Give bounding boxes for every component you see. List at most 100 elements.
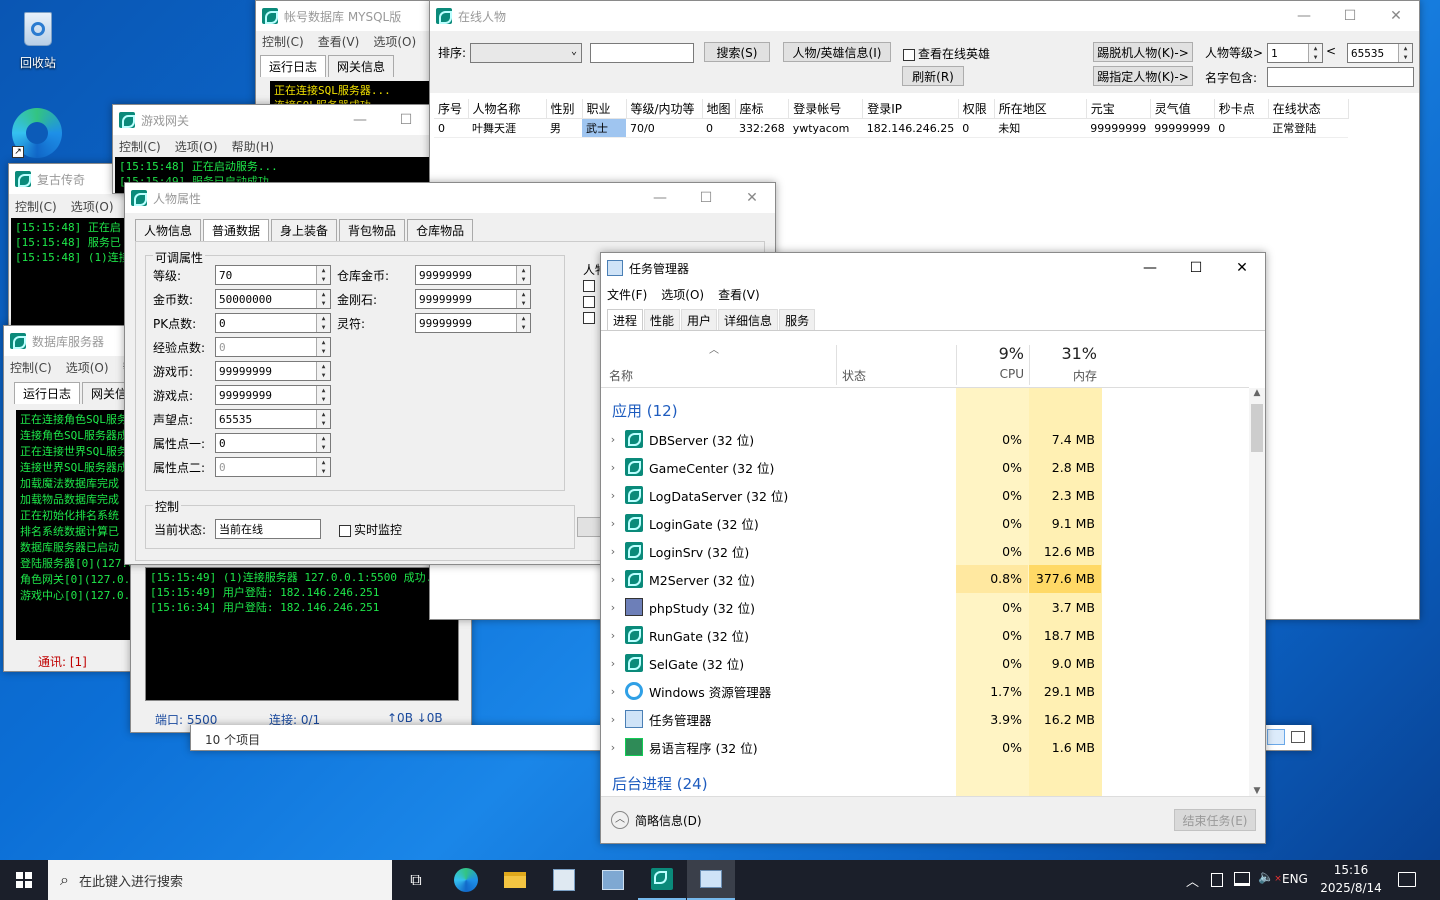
start-button[interactable] xyxy=(0,860,48,900)
tm-tab-4[interactable]: 服务 xyxy=(779,309,816,330)
expand-chevron-icon[interactable]: › xyxy=(601,517,625,530)
field-input[interactable]: 0 ▲ ▼ xyxy=(215,337,331,357)
menu-options[interactable]: 选项(O) xyxy=(661,286,704,303)
spinner-icon[interactable]: ▲ ▼ xyxy=(316,386,330,404)
column-header[interactable]: 权限 xyxy=(958,99,995,119)
edge-desktop-icon[interactable]: ↗ xyxy=(12,108,62,158)
task-manager-taskbar-icon[interactable] xyxy=(687,860,735,900)
column-header[interactable]: 性别 xyxy=(546,99,583,119)
network-icon[interactable] xyxy=(1234,872,1250,886)
scroll-thumb[interactable] xyxy=(1251,404,1263,452)
volume-muted-icon[interactable]: 🔈× xyxy=(1258,870,1282,885)
process-row[interactable]: › LoginSrv (32 位) 0% 12.6 MB xyxy=(601,537,1261,565)
maximize-button[interactable]: ☐ xyxy=(1327,1,1373,31)
app-taskbar-icon-2[interactable] xyxy=(589,860,637,900)
process-row[interactable]: › GameCenter (32 位) 0% 2.8 MB xyxy=(601,453,1261,481)
expand-chevron-icon[interactable]: › xyxy=(601,461,625,474)
spinner-icon[interactable]: ▲ ▼ xyxy=(316,410,330,428)
search-button[interactable]: 搜索(S) xyxy=(704,42,770,62)
player-info-button[interactable]: 人物/英雄信息(I) xyxy=(783,42,891,62)
fewer-details-button[interactable]: ︿ 简略信息(D) xyxy=(611,811,702,829)
tab-attr-3[interactable]: 背包物品 xyxy=(339,219,406,241)
menu-options[interactable]: 选项(O) xyxy=(373,33,416,50)
refresh-button[interactable]: 刷新(R) xyxy=(902,66,964,86)
column-header[interactable]: 元宝 xyxy=(1086,99,1151,119)
details-view-icon[interactable] xyxy=(1267,729,1285,745)
spinner-icon[interactable]: ▲ ▼ xyxy=(316,458,330,476)
side-checkbox[interactable] xyxy=(583,280,595,292)
expand-chevron-icon[interactable]: › xyxy=(601,713,625,726)
spinner-icon[interactable]: ▲ ▼ xyxy=(316,338,330,356)
tm-tab-1[interactable]: 性能 xyxy=(644,309,681,330)
search-input[interactable] xyxy=(590,43,694,63)
column-header[interactable]: 序号 xyxy=(434,99,469,119)
expand-chevron-icon[interactable]: › xyxy=(601,545,625,558)
close-button[interactable]: ✕ xyxy=(1219,253,1265,283)
taskbar-search[interactable]: ⌕ 在此键入进行搜索 xyxy=(48,860,392,900)
close-button[interactable]: ✕ xyxy=(1373,1,1419,31)
scrollbar[interactable]: ▲ ▼ xyxy=(1249,388,1265,796)
column-header[interactable]: 登录帐号 xyxy=(788,99,864,119)
gate-log-window[interactable]: [15:15:49] (1)连接服务器 127.0.0.1:5500 成功. [1… xyxy=(130,555,472,733)
field-input[interactable]: 0 ▲ ▼ xyxy=(215,457,331,477)
column-name[interactable]: 名称 xyxy=(609,367,633,384)
menu-view[interactable]: 查看(V) xyxy=(318,33,360,50)
tray-device-icon[interactable] xyxy=(1211,873,1223,887)
tiles-view-icon[interactable] xyxy=(1291,731,1305,743)
expand-chevron-icon[interactable]: › xyxy=(601,489,625,502)
column-header[interactable]: 在线状态 xyxy=(1268,99,1349,119)
side-checkbox[interactable] xyxy=(583,312,595,324)
process-row[interactable]: › LoginGate (32 位) 0% 9.1 MB xyxy=(601,509,1261,537)
field-input[interactable]: 0 ▲ ▼ xyxy=(215,313,331,333)
side-checkbox[interactable] xyxy=(583,296,595,308)
tab-attr-0[interactable]: 人物信息 xyxy=(135,219,202,241)
recycle-bin[interactable]: 回收站 xyxy=(10,8,66,71)
field-input[interactable]: 99999999 ▲ ▼ xyxy=(215,361,331,381)
field-input[interactable]: 65535 ▲ ▼ xyxy=(215,409,331,429)
expand-chevron-icon[interactable]: › xyxy=(601,573,625,586)
spinner-icon[interactable]: ▲ ▼ xyxy=(316,314,330,332)
spinner-icon[interactable]: ▲ ▼ xyxy=(316,362,330,380)
scroll-up-icon[interactable]: ▲ xyxy=(1249,388,1265,398)
expand-chevron-icon[interactable]: › xyxy=(601,629,625,642)
game-gate-window[interactable]: 游戏网关 — ☐ 控制(C) 选项(O) 帮助(H) [15:15:48] 正在启动服务… xyxy=(112,104,430,194)
column-header[interactable]: 人物名称 xyxy=(468,99,547,119)
notification-icon[interactable] xyxy=(1398,872,1416,887)
level-min-input[interactable]: 1 ▲ ▼ xyxy=(1267,43,1323,63)
monitor-checkbox[interactable] xyxy=(339,524,351,537)
spinner-icon[interactable]: ▲ ▼ xyxy=(316,290,330,308)
process-row[interactable]: › LogDataServer (32 位) 0% 2.3 MB xyxy=(601,481,1261,509)
spinner-icon[interactable]: ▲ ▼ xyxy=(516,314,530,332)
menu-file[interactable]: 文件(F) xyxy=(607,286,647,303)
field-input[interactable]: 99999999 ▲ ▼ xyxy=(415,289,531,309)
menu-view[interactable]: 查看(V) xyxy=(718,286,760,303)
process-row[interactable]: › phpStudy (32 位) 0% 3.7 MB xyxy=(601,593,1261,621)
field-input[interactable]: 50000000 ▲ ▼ xyxy=(215,289,331,309)
expand-chevron-icon[interactable]: › xyxy=(601,685,625,698)
process-row[interactable]: › RunGate (32 位) 0% 18.7 MB xyxy=(601,621,1261,649)
minimize-button[interactable]: — xyxy=(337,105,383,135)
field-input[interactable]: 70 ▲ ▼ xyxy=(215,265,331,285)
edge-taskbar-icon[interactable] xyxy=(442,860,490,900)
app-taskbar-icon-1[interactable] xyxy=(540,860,588,900)
spinner-icon[interactable]: ▲ ▼ xyxy=(516,266,530,284)
process-row[interactable]: › 易语言程序 (32 位) 0% 1.6 MB xyxy=(601,733,1261,761)
minimize-button[interactable]: — xyxy=(1281,1,1327,31)
tab-run-log[interactable]: 运行日志 xyxy=(260,55,327,77)
menu-options[interactable]: 选项(O) xyxy=(66,359,109,376)
language-indicator[interactable]: ENG xyxy=(1282,872,1308,886)
tab-attr-2[interactable]: 身上装备 xyxy=(271,219,338,241)
minimize-button[interactable]: — xyxy=(1127,253,1173,283)
menu-options[interactable]: 选项(O) xyxy=(175,138,218,155)
column-header[interactable]: 地图 xyxy=(702,99,736,119)
column-header[interactable]: 座标 xyxy=(735,99,790,119)
mem-label[interactable]: 内存 xyxy=(1029,367,1097,384)
process-row[interactable]: › DBServer (32 位) 0% 7.4 MB xyxy=(601,425,1261,453)
name-contains-input[interactable] xyxy=(1267,67,1414,87)
column-header[interactable]: 职业 xyxy=(582,99,627,119)
process-row[interactable]: › SelGate (32 位) 0% 9.0 MB xyxy=(601,649,1261,677)
kick-offline-button[interactable]: 踢脱机人物(K)-> xyxy=(1093,42,1193,62)
tm-tab-2[interactable]: 用户 xyxy=(681,309,718,330)
online-players-table[interactable]: 序号 人物名称 性别 职业 等级/内功等 地图 座标 登录帐号 登录IP 权限 所在地区 元宝 灵气值秒… xyxy=(434,99,1349,138)
menu-control[interactable]: 控制(C) xyxy=(10,359,52,376)
